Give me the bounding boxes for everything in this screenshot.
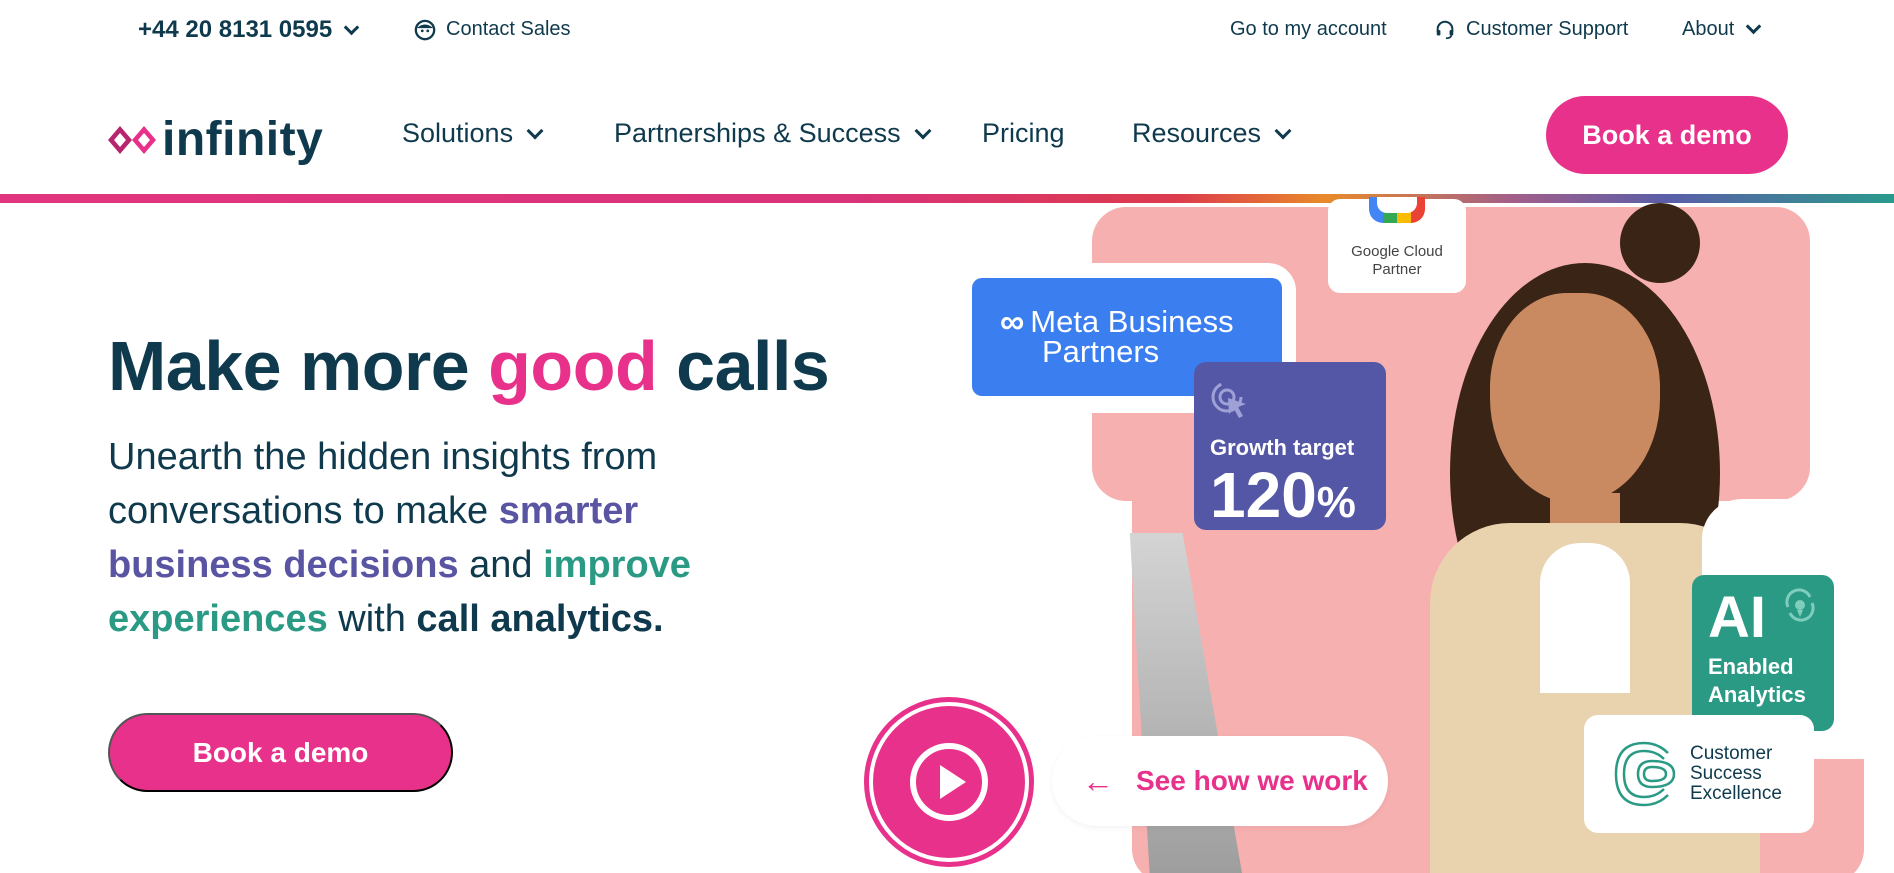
infinity-logo-icon	[108, 125, 156, 154]
about-dropdown[interactable]: About	[1682, 18, 1762, 41]
utility-bar: +44 20 8131 0595 Contact Sales Go to my …	[0, 0, 1894, 66]
nav-solutions-label: Solutions	[402, 118, 514, 148]
chevron-down-icon	[1274, 122, 1292, 139]
smiley-icon	[414, 19, 436, 40]
play-button-fill	[873, 706, 1025, 858]
hero-subtitle: Unearth the hidden insights from convers…	[108, 430, 808, 646]
see-how-label: See how we work	[1136, 765, 1368, 796]
nav-resources[interactable]: Resources	[1132, 118, 1292, 149]
gradient-divider	[0, 194, 1894, 203]
main-nav: infinity Solutions Partnerships & Succes…	[0, 78, 1894, 194]
hero-sub-text: with	[327, 598, 417, 640]
cse-line2: Success	[1690, 763, 1762, 784]
customer-support-label: Customer Support	[1466, 18, 1629, 40]
play-icon	[910, 743, 988, 821]
chevron-down-icon	[526, 122, 544, 139]
nav-resources-label: Resources	[1132, 118, 1262, 148]
person-face	[1490, 293, 1660, 503]
customer-support-link[interactable]: Customer Support	[1434, 18, 1628, 41]
see-how-we-work-button[interactable]: ← See how we work	[1052, 736, 1388, 826]
hero-sub-text: and	[458, 544, 544, 586]
about-label: About	[1682, 18, 1735, 40]
nav-partnerships-label: Partnerships & Success	[614, 118, 901, 148]
ai-sync-icon	[1785, 588, 1815, 622]
google-cloud-icon	[1369, 197, 1425, 223]
ai-badge-line2: Analytics	[1708, 682, 1806, 707]
google-badge-line1: Google Cloud	[1351, 243, 1443, 260]
hero-illustration: Google Cloud Partner ∞ Meta Business Part…	[864, 197, 1894, 873]
play-video-button[interactable]	[864, 697, 1034, 867]
person-hair-bun	[1620, 203, 1700, 283]
logo[interactable]: infinity	[104, 112, 323, 167]
logo-wordmark: infinity	[162, 113, 324, 166]
cse-line3: Excellence	[1690, 783, 1782, 804]
google-cloud-partner-badge: Google Cloud Partner	[1328, 197, 1466, 293]
ai-enabled-analytics-badge: AI Enabled Analytics	[1692, 575, 1834, 731]
nav-pricing-label: Pricing	[982, 118, 1065, 148]
phone-dropdown[interactable]: +44 20 8131 0595	[138, 16, 360, 44]
nav-pricing[interactable]: Pricing	[982, 118, 1065, 149]
meta-infinity-icon: ∞	[1000, 303, 1025, 341]
growth-target-card: Growth target 120%	[1194, 362, 1386, 530]
growth-target-label: Growth target	[1210, 435, 1355, 460]
meta-badge-line1: Meta Business	[1030, 304, 1234, 339]
cse-line1: Customer	[1690, 743, 1773, 764]
hero-sub-bold: call analytics.	[416, 598, 664, 640]
chevron-down-icon	[1745, 18, 1762, 35]
chevron-down-icon	[914, 122, 932, 139]
ai-badge-line1: Enabled	[1708, 654, 1794, 679]
customer-success-badge: Customer Success Excellence	[1584, 715, 1814, 833]
hero-book-demo-button[interactable]: Book a demo	[108, 713, 453, 792]
headset-icon	[1436, 20, 1454, 39]
nav-solutions[interactable]: Solutions	[402, 118, 544, 149]
phone-number: +44 20 8131 0595	[138, 16, 333, 43]
hero-title-part: calls	[657, 327, 830, 405]
cse-logo-icon	[1614, 741, 1676, 807]
account-link[interactable]: Go to my account	[1230, 18, 1387, 41]
person-shirt	[1540, 543, 1630, 693]
hero-title: Make more good calls	[108, 326, 830, 406]
target-cursor-icon	[1211, 381, 1246, 418]
nav-partnerships[interactable]: Partnerships & Success	[614, 118, 932, 149]
account-label: Go to my account	[1230, 18, 1387, 40]
book-demo-button[interactable]: Book a demo	[1546, 96, 1788, 174]
arrow-left-icon: ←	[1082, 762, 1114, 799]
hero-title-part: Make more	[108, 327, 489, 405]
hero-title-highlight: good	[488, 327, 658, 405]
growth-target-value: 120	[1210, 459, 1317, 531]
play-triangle	[940, 765, 966, 799]
chevron-down-icon	[343, 19, 360, 35]
growth-target-unit: %	[1316, 478, 1356, 527]
google-badge-line2: Partner	[1372, 261, 1422, 278]
contact-sales-label: Contact Sales	[446, 18, 571, 40]
contact-sales-link[interactable]: Contact Sales	[414, 18, 571, 41]
